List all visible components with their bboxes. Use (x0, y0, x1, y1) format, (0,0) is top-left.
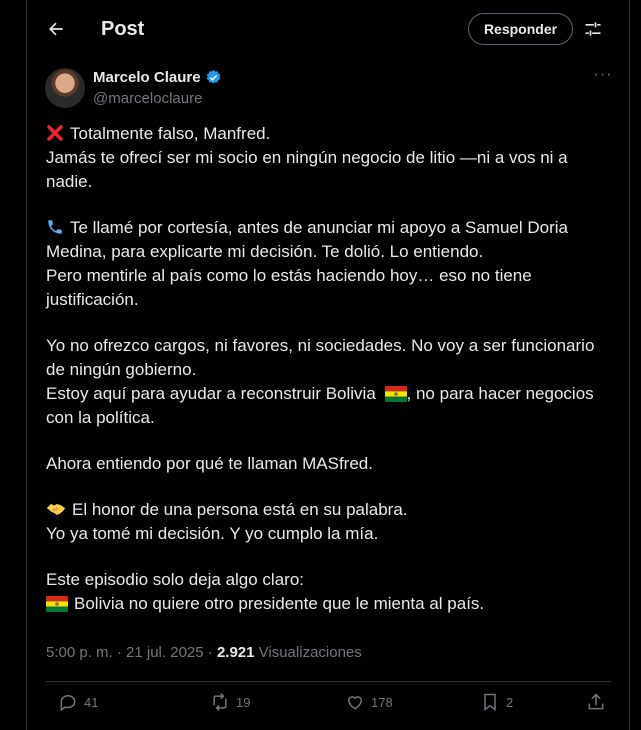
reply-button[interactable]: Responder (468, 13, 573, 45)
post-paragraph: Totalmente falso, Manfred. Jamás te ofre… (46, 122, 616, 194)
post-timestamp[interactable]: 5:00 p. m. · 21 jul. 2025 · (46, 644, 217, 661)
bookmark-icon (484, 693, 496, 711)
views-count: 2.921 (216, 644, 255, 661)
author-name[interactable]: Marcelo Claure (93, 69, 201, 86)
post-meta: 5:00 p. m. · 21 jul. 2025 · 2.921 Visual… (46, 644, 362, 661)
phone-icon (48, 220, 62, 234)
post-paragraph: Este episodio solo deja algo claro: Boli… (46, 568, 616, 616)
action-bar: 41 19 178 2 (46, 692, 611, 718)
sliders-icon (585, 22, 601, 36)
post-line-text: Bolivia no quiere otro presidente que le… (74, 594, 485, 613)
post-line: Jamás te ofrecí ser mi socio en ningún n… (46, 148, 568, 191)
cross-mark-icon (47, 125, 63, 141)
heart-icon (347, 696, 363, 710)
post-text: Totalmente falso, Manfred. Jamás te ofre… (46, 122, 616, 638)
bookmark-action[interactable]: 2 (480, 692, 513, 712)
post-line-text: El honor de una persona está en su palab… (72, 500, 408, 519)
back-button[interactable] (43, 16, 69, 42)
post-line: Bolivia no quiere otro presidente que le… (46, 592, 616, 616)
post-line: Totalmente falso, Manfred. (46, 122, 616, 146)
reply-icon (60, 694, 76, 712)
bolivia-flag-icon (384, 386, 407, 402)
repost-action[interactable]: 19 (210, 692, 250, 712)
verified-badge-icon (206, 70, 220, 84)
reply-count: 41 (84, 694, 99, 710)
repost-count: 19 (236, 694, 251, 710)
post-line: Este episodio solo deja algo claro: (46, 570, 304, 589)
post-author: Marcelo Claure @marceloclaure ··· (45, 67, 611, 110)
divider (46, 681, 611, 682)
post-line: El honor de una persona está en su palab… (46, 498, 616, 522)
post-panel: Post Responder Marcelo Claure @marcelocl… (26, 0, 630, 730)
post-paragraph: Te llamé por cortesía, antes de anunciar… (46, 216, 616, 312)
views-label: Visualizaciones (254, 644, 362, 661)
reply-action[interactable]: 41 (58, 692, 98, 712)
post-line-text: Te llamé por cortesía, antes de anunciar… (46, 218, 568, 261)
post-line-text: Estoy aquí para ayudar a reconstruir Bol… (46, 384, 376, 403)
post-line-text: Totalmente falso, Manfred. (70, 124, 271, 143)
settings-button[interactable] (581, 17, 605, 41)
handshake-icon (46, 504, 66, 515)
post-line: Pero mentirle al país como lo estás haci… (46, 266, 532, 309)
page-title: Post (101, 18, 145, 40)
post-line: Estoy aquí para ayudar a reconstruir Bol… (46, 382, 616, 430)
like-action[interactable]: 178 (345, 692, 393, 712)
post-line: Te llamé por cortesía, antes de anunciar… (46, 216, 616, 264)
share-action[interactable] (586, 692, 606, 712)
like-count: 178 (371, 694, 393, 710)
more-options-icon[interactable]: ··· (593, 67, 613, 86)
post-header: Post Responder (27, 0, 629, 58)
bolivia-flag-icon (46, 596, 68, 612)
post-line: Yo ya tomé mi decisión. Y yo cumplo la m… (46, 524, 379, 543)
avatar[interactable] (45, 68, 85, 108)
author-handle[interactable]: @marceloclaure (93, 90, 202, 107)
share-icon (588, 693, 604, 710)
post-paragraph: Yo no ofrezco cargos, ni favores, ni soc… (46, 334, 616, 430)
post-line: Ahora entiendo por qué te llaman MASfred… (46, 454, 373, 473)
author-name-row[interactable]: Marcelo Claure (93, 69, 222, 86)
post-line: Yo no ofrezco cargos, ni favores, ni soc… (46, 336, 595, 379)
repost-icon (213, 693, 227, 711)
arrow-left-icon (49, 22, 63, 36)
post-paragraph: Ahora entiendo por qué te llaman MASfred… (46, 452, 616, 476)
post-paragraph: El honor de una persona está en su palab… (46, 498, 616, 546)
bookmark-count: 2 (506, 694, 514, 710)
